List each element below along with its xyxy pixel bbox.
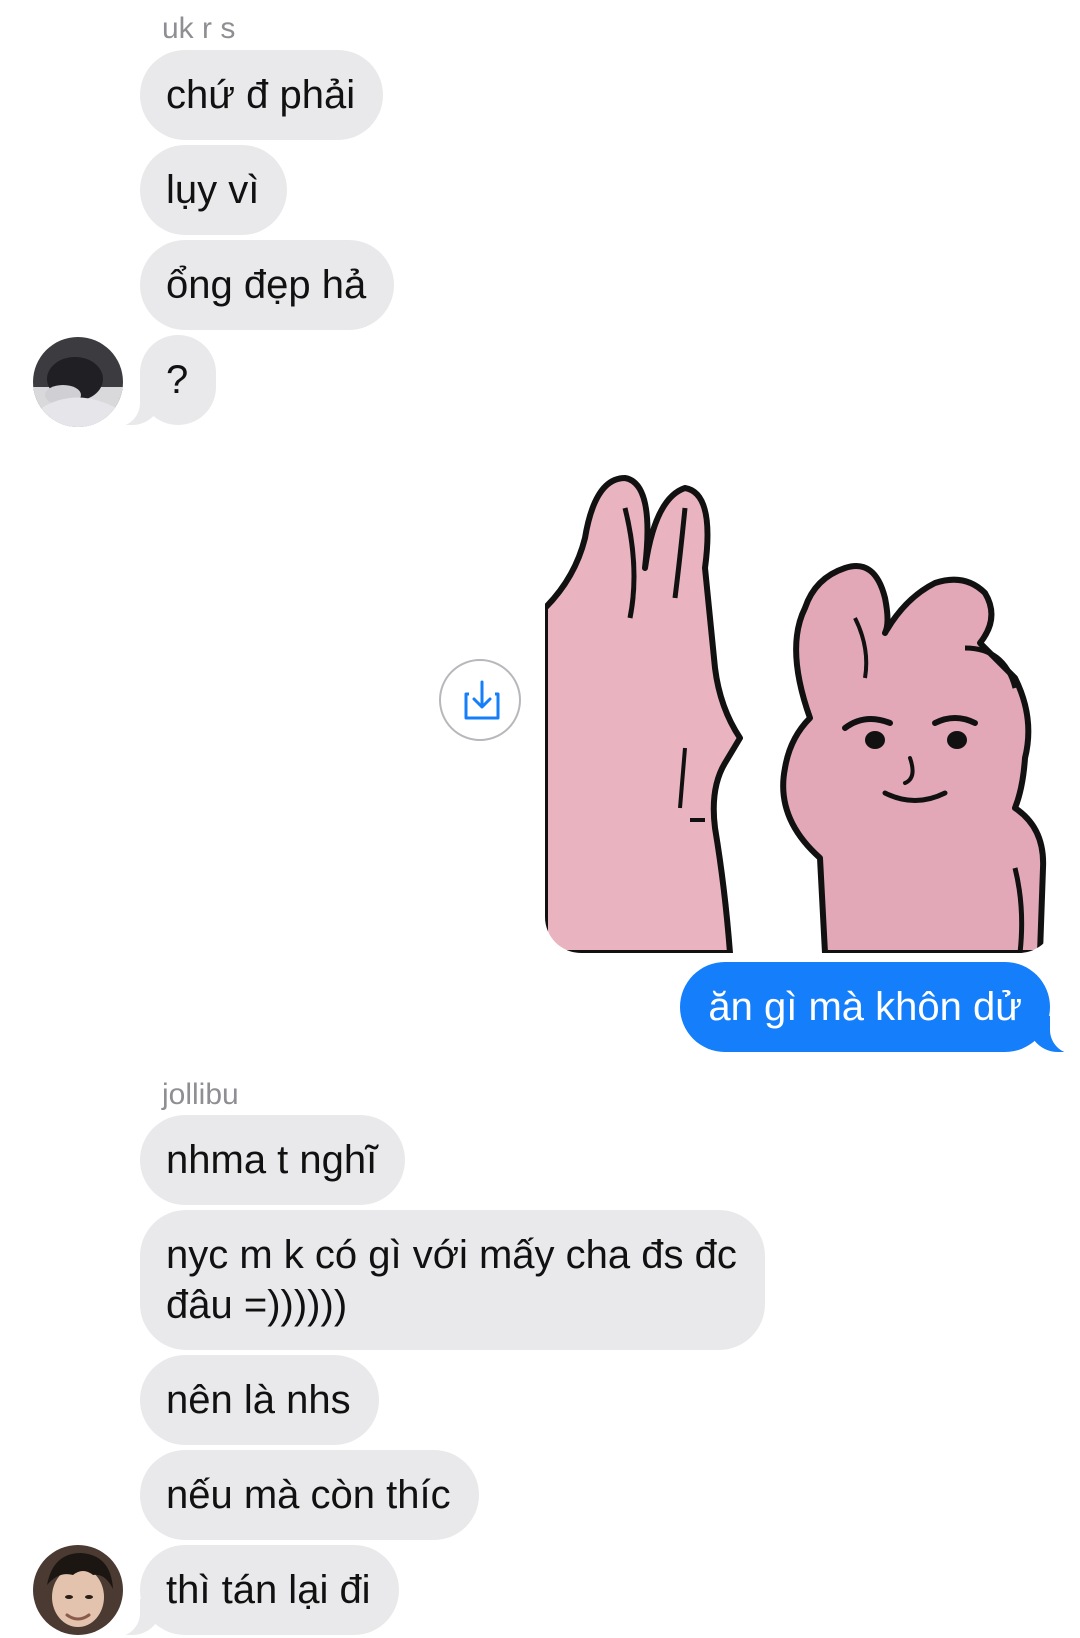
message-bubble[interactable]: nhma t nghĩ [140, 1115, 406, 1205]
download-icon [464, 680, 500, 720]
image-message[interactable] [545, 448, 1055, 953]
message-bubble[interactable]: ổng đẹp hả [140, 240, 395, 330]
message-bubble[interactable]: nyc m k có gì với mấy cha đs đc đâu =)))… [140, 1210, 765, 1350]
sender-name: uk r s [162, 12, 236, 45]
message-bubble[interactable]: nên là nhs [140, 1355, 379, 1445]
message-bubble[interactable]: thì tán lại đi [110, 1545, 399, 1637]
avatar-photo-icon [33, 337, 123, 427]
message-bubble[interactable]: nếu mà còn thíc [140, 1450, 479, 1540]
message-bubble[interactable]: chứ đ phải [140, 50, 384, 140]
message-bubble[interactable]: ? [109, 335, 217, 427]
sender-name: jollibu [162, 1078, 239, 1111]
rabbit-sticker-icon [545, 448, 1055, 953]
message-bubble[interactable]: lụy vì [140, 145, 288, 235]
save-image-button[interactable] [439, 659, 521, 741]
avatar[interactable] [33, 337, 123, 427]
avatar-photo-icon [33, 1545, 123, 1635]
avatar[interactable] [33, 1545, 123, 1635]
outgoing-message-bubble[interactable]: ăn gì mà khôn dử [680, 962, 1080, 1054]
